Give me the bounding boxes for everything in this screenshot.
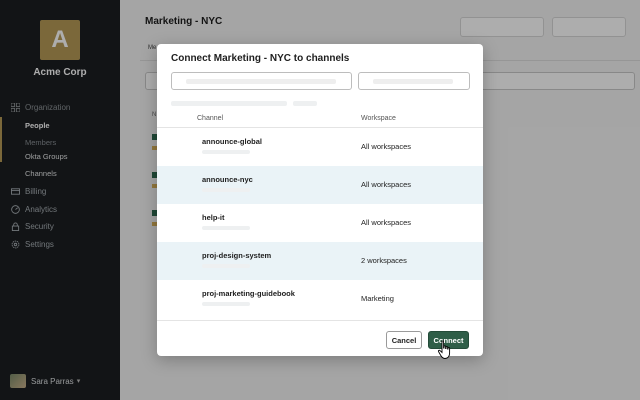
row-skeleton xyxy=(202,188,250,192)
workspace-filter-input[interactable] xyxy=(358,72,470,90)
workspace-value: 2 workspaces xyxy=(361,256,407,265)
column-header-workspace: Workspace xyxy=(361,115,396,122)
table-row[interactable]: proj-marketing-guidebook Marketing xyxy=(157,280,483,318)
connect-channels-dialog: Connect Marketing - NYC to channels Chan… xyxy=(157,44,483,356)
workspace-value: All workspaces xyxy=(361,218,412,227)
channel-search-input[interactable] xyxy=(171,72,352,90)
column-header-channel: Channel xyxy=(197,115,224,122)
table-row[interactable]: announce-global All workspaces xyxy=(157,128,483,166)
dialog-title: Connect Marketing - NYC to channels xyxy=(171,53,350,64)
placeholder-skeleton xyxy=(373,79,453,84)
row-skeleton xyxy=(202,150,250,154)
divider xyxy=(157,320,483,321)
channel-list: announce-global All workspaces announce-… xyxy=(157,128,483,320)
channel-name: proj-design-system xyxy=(202,251,272,260)
table-row[interactable]: help-it All workspaces xyxy=(157,204,483,242)
workspace-value: All workspaces xyxy=(361,142,412,151)
hand-cursor-icon xyxy=(437,340,451,359)
workspace-value: All workspaces xyxy=(361,180,412,189)
channel-name: announce-nyc xyxy=(202,175,253,184)
cancel-button[interactable]: Cancel xyxy=(386,331,422,349)
placeholder-skeleton xyxy=(186,79,336,84)
channel-name: proj-marketing-guidebook xyxy=(202,289,295,298)
table-row[interactable]: proj-design-system 2 workspaces xyxy=(157,242,483,280)
row-skeleton xyxy=(202,302,250,306)
loading-skeleton xyxy=(171,101,287,106)
channel-name: help-it xyxy=(202,213,225,222)
row-skeleton xyxy=(202,226,250,230)
channel-name: announce-global xyxy=(202,137,262,146)
table-row[interactable]: announce-nyc All workspaces xyxy=(157,166,483,204)
loading-skeleton xyxy=(293,101,317,106)
row-skeleton xyxy=(202,264,250,268)
workspace-value: Marketing xyxy=(361,294,394,303)
